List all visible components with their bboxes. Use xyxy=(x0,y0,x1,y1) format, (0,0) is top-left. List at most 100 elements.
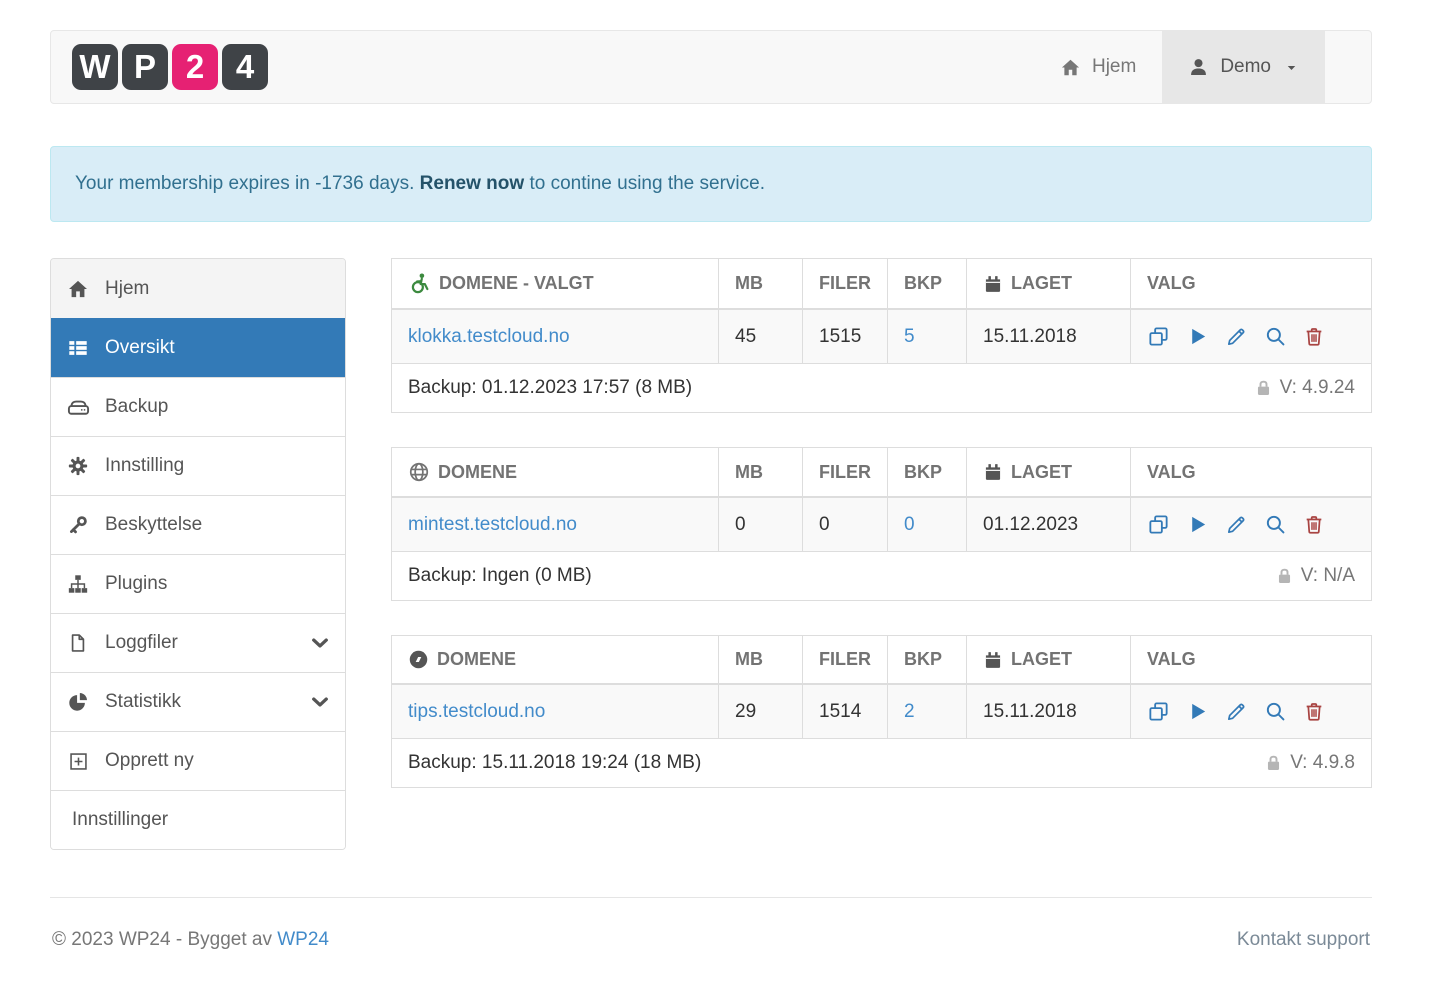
sidebar-item-oversikt[interactable]: Oversikt xyxy=(51,318,345,377)
sidebar-item-label: Beskyttelse xyxy=(105,514,202,536)
delete-icon[interactable] xyxy=(1303,700,1325,723)
delete-icon[interactable] xyxy=(1303,325,1325,348)
contact-support-link[interactable]: Kontakt support xyxy=(1237,929,1370,951)
col-header-bkp: BKP xyxy=(888,448,967,498)
laget-value: 15.11.2018 xyxy=(967,309,1131,364)
search-icon[interactable] xyxy=(1264,513,1287,536)
domain-link[interactable]: tips.testcloud.no xyxy=(408,701,545,722)
wp24-logo[interactable]: W P 2 4 xyxy=(51,31,268,103)
domain-link[interactable]: klokka.testcloud.no xyxy=(408,326,570,347)
list-icon xyxy=(66,337,90,359)
bkp-link[interactable]: 2 xyxy=(904,701,915,722)
logo-tile: 2 xyxy=(172,44,218,90)
col-header-mb: MB xyxy=(719,259,803,310)
table-title: DOMENE xyxy=(438,462,517,483)
backup-info: Backup: 01.12.2023 17:57 (8 MB) xyxy=(408,377,692,399)
sidebar-item-label: Oversikt xyxy=(105,337,175,359)
home-icon xyxy=(1060,57,1081,78)
copyright: © 2023 WP24 - Bygget av WP24 xyxy=(52,929,329,951)
play-icon[interactable] xyxy=(1186,700,1209,723)
sidebar-nav: Hjem Oversikt Backup Innstilling xyxy=(50,258,346,850)
sidebar-item-loggfiler[interactable]: Loggfiler xyxy=(51,613,345,672)
col-header-laget: LAGET xyxy=(1011,462,1072,483)
circle-badge-icon xyxy=(408,649,429,670)
lock-icon xyxy=(1275,566,1294,586)
delete-icon[interactable] xyxy=(1303,513,1325,536)
col-header-mb: MB xyxy=(719,448,803,498)
user-dropdown[interactable]: Demo xyxy=(1162,31,1325,103)
edit-icon[interactable] xyxy=(1225,513,1248,536)
key-icon xyxy=(66,514,90,536)
sidebar-item-beskyttelse[interactable]: Beskyttelse xyxy=(51,495,345,554)
copyright-text: © 2023 WP24 - Bygget av xyxy=(52,929,277,950)
sidebar-item-backup[interactable]: Backup xyxy=(51,377,345,436)
sidebar-item-statistikk[interactable]: Statistikk xyxy=(51,672,345,731)
file-icon xyxy=(66,632,90,654)
search-icon[interactable] xyxy=(1264,700,1287,723)
domain-table-2: DOMENE MB FILER BKP LAGET VALG mintest.t… xyxy=(391,447,1372,601)
wp24-footer-link[interactable]: WP24 xyxy=(277,929,329,950)
sidebar-item-hjem[interactable]: Hjem xyxy=(51,259,345,318)
version-label: V: 4.9.24 xyxy=(1280,377,1355,399)
domain-link[interactable]: mintest.testcloud.no xyxy=(408,514,577,535)
search-icon[interactable] xyxy=(1264,325,1287,348)
sidebar-item-plugins[interactable]: Plugins xyxy=(51,554,345,613)
mb-value: 0 xyxy=(719,497,803,552)
sidebar-item-label: Loggfiler xyxy=(105,632,178,654)
backup-row: Backup: 01.12.2023 17:57 (8 MB) V: 4.9.2… xyxy=(392,364,1372,413)
clone-icon[interactable] xyxy=(1147,700,1170,723)
alert-text-after: to contine using the service. xyxy=(524,173,765,194)
laget-value: 15.11.2018 xyxy=(967,684,1131,739)
plus-square-icon xyxy=(66,751,90,772)
edit-icon[interactable] xyxy=(1225,700,1248,723)
laget-value: 01.12.2023 xyxy=(967,497,1131,552)
col-header-bkp: BKP xyxy=(888,259,967,310)
sidebar-item-label: Plugins xyxy=(105,573,167,595)
sidebar-item-label: Backup xyxy=(105,396,168,418)
lock-icon xyxy=(1264,753,1283,773)
chevron-down-icon xyxy=(310,692,330,712)
lock-icon xyxy=(1254,378,1273,398)
sidebar-item-label: Innstillinger xyxy=(72,809,168,831)
col-header-filer: FILER xyxy=(803,259,888,310)
globe-icon xyxy=(408,461,430,483)
col-header-valg: VALG xyxy=(1131,259,1372,310)
calendar-icon xyxy=(983,462,1003,482)
sidebar-item-label: Opprett ny xyxy=(105,750,194,772)
mb-value: 45 xyxy=(719,309,803,364)
nav-home-link[interactable]: Hjem xyxy=(1034,31,1162,103)
bkp-link[interactable]: 5 xyxy=(904,326,915,347)
user-name-label: Demo xyxy=(1220,56,1271,78)
top-navbar: W P 2 4 Hjem Demo xyxy=(50,30,1372,104)
version-label: V: 4.9.8 xyxy=(1290,752,1355,774)
backup-row: Backup: Ingen (0 MB) V: N/A xyxy=(392,552,1372,601)
domain-table-valgt: DOMENE - VALGT MB FILER BKP LAGET VALG k… xyxy=(391,258,1372,413)
page-footer: © 2023 WP24 - Bygget av WP24 Kontakt sup… xyxy=(50,898,1372,982)
col-header-bkp: BKP xyxy=(888,636,967,685)
edit-icon[interactable] xyxy=(1225,325,1248,348)
sidebar-item-opprett-ny[interactable]: Opprett ny xyxy=(51,731,345,790)
clone-icon[interactable] xyxy=(1147,513,1170,536)
sitemap-icon xyxy=(66,573,90,595)
user-icon xyxy=(1188,57,1209,78)
renew-now-link[interactable]: Renew now xyxy=(420,173,525,194)
version-label: V: N/A xyxy=(1301,565,1355,587)
domain-row: tips.testcloud.no 29 1514 2 15.11.2018 xyxy=(392,684,1372,739)
sidebar-item-innstilling[interactable]: Innstilling xyxy=(51,436,345,495)
col-header-filer: FILER xyxy=(803,448,888,498)
filer-value: 1515 xyxy=(803,309,888,364)
play-icon[interactable] xyxy=(1186,513,1209,536)
play-icon[interactable] xyxy=(1186,325,1209,348)
domain-row: mintest.testcloud.no 0 0 0 01.12.2023 xyxy=(392,497,1372,552)
mb-value: 29 xyxy=(719,684,803,739)
hdd-icon xyxy=(66,396,90,419)
bkp-link[interactable]: 0 xyxy=(904,514,915,535)
home-icon xyxy=(66,278,90,300)
calendar-icon xyxy=(983,274,1003,294)
sidebar-item-innstillinger[interactable]: Innstillinger xyxy=(51,790,345,849)
gear-icon xyxy=(66,455,90,477)
calendar-icon xyxy=(983,650,1003,670)
col-header-laget: LAGET xyxy=(1011,273,1072,294)
clone-icon[interactable] xyxy=(1147,325,1170,348)
logo-tile: P xyxy=(122,44,168,90)
